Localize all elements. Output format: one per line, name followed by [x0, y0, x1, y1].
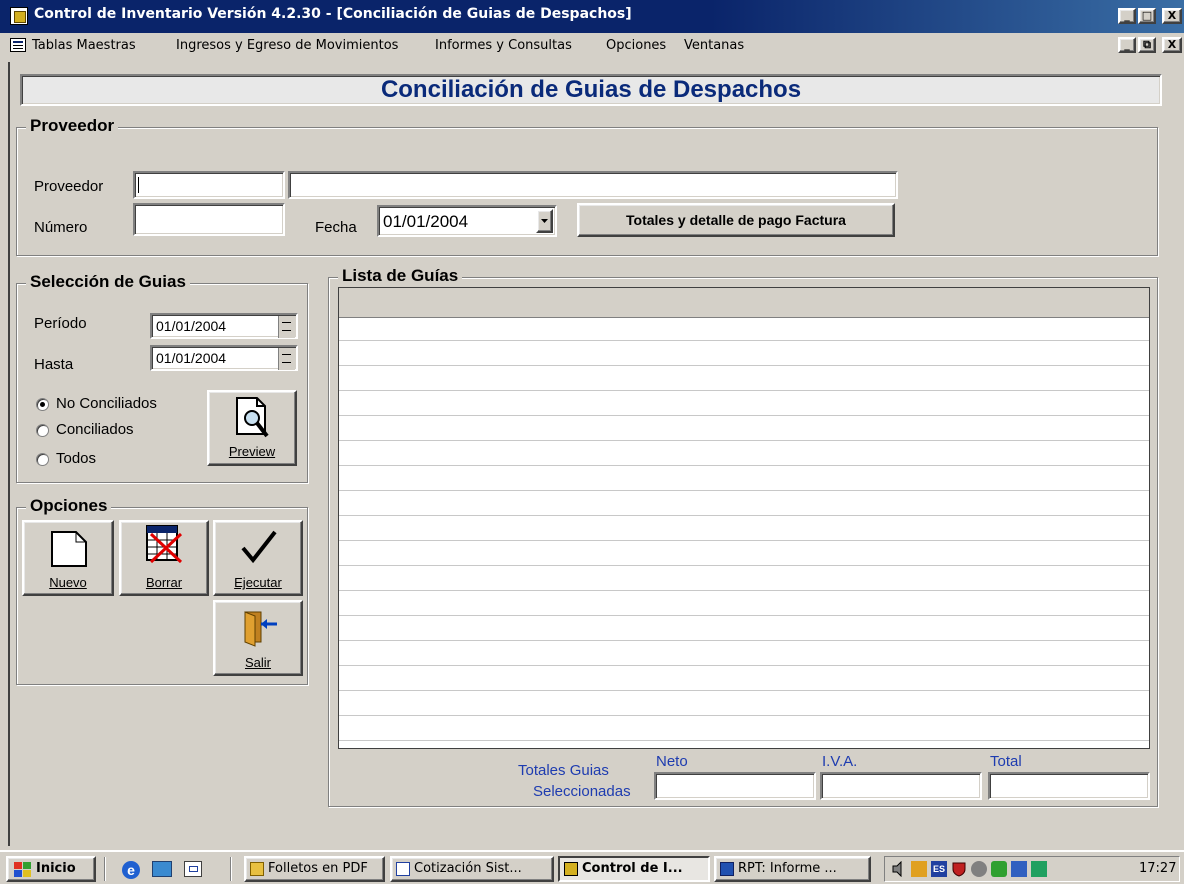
periodo-label: Período	[34, 315, 87, 332]
fecha-dropdown[interactable]: 01/01/2004	[377, 205, 557, 237]
guias-list-grid[interactable]	[338, 287, 1150, 749]
periodo-date-spinner[interactable]: 01/01/2004	[150, 313, 298, 339]
numero-input[interactable]	[133, 203, 285, 236]
language-es-icon[interactable]: ES	[931, 861, 947, 877]
delete-table-icon	[146, 525, 183, 564]
desktop-icon[interactable]	[152, 861, 172, 877]
salir-button[interactable]: Salir	[213, 600, 303, 676]
total-field	[988, 772, 1150, 800]
printer-icon[interactable]	[1011, 861, 1027, 877]
mdi-minimize-button[interactable]: _	[1118, 37, 1136, 53]
network-icon[interactable]	[971, 861, 987, 877]
hasta-label: Hasta	[34, 356, 74, 373]
taskbar-item-control-inventario[interactable]: Control de I...	[558, 856, 710, 882]
antivirus-shield-icon[interactable]	[951, 861, 967, 877]
borrar-button[interactable]: Borrar	[119, 520, 209, 596]
radio-conciliados[interactable]	[36, 424, 49, 437]
exit-door-icon	[244, 611, 277, 647]
lista-guias-group-title: Lista de Guías	[338, 266, 463, 286]
proveedor-code-input[interactable]	[133, 171, 285, 199]
fecha-label: Fecha	[315, 219, 357, 236]
totales-detalle-pago-button[interactable]: Totales y detalle de pago Factura	[577, 203, 895, 237]
word-document-icon	[396, 862, 410, 876]
mdi-close-button[interactable]: X	[1162, 37, 1182, 53]
mdi-restore-button[interactable]: ⧉	[1138, 37, 1156, 53]
nuevo-button[interactable]: Nuevo	[22, 520, 114, 596]
window-title: Control de Inventario Versión 4.2.30 - […	[34, 6, 632, 22]
ejecutar-button[interactable]: Ejecutar	[213, 520, 303, 596]
preview-button[interactable]: Preview	[207, 390, 297, 466]
totales-seleccionadas-label: Seleccionadas	[533, 783, 631, 800]
taskbar-item-cotizacion[interactable]: Cotización Sist...	[390, 856, 554, 882]
connection-icon[interactable]	[1031, 861, 1047, 877]
checkmark-icon	[241, 530, 277, 564]
quicklaunch-separator	[104, 857, 106, 881]
maximize-button[interactable]: □	[1138, 8, 1156, 24]
menu-opciones[interactable]: Opciones	[606, 38, 666, 53]
total-label: Total	[990, 753, 1022, 770]
title-bar[interactable]: Control de Inventario Versión 4.2.30 - […	[0, 0, 1184, 33]
xerox-icon[interactable]	[911, 861, 927, 877]
minimize-button[interactable]: _	[1118, 8, 1136, 24]
windows-logo-icon	[14, 862, 31, 877]
proveedor-name-input[interactable]	[288, 171, 898, 199]
ie-icon[interactable]: e	[122, 861, 140, 879]
sync-icon[interactable]	[991, 861, 1007, 877]
neto-label: Neto	[656, 753, 688, 770]
seleccion-guias-group-title: Selección de Guias	[26, 272, 190, 292]
start-button[interactable]: Inicio	[6, 856, 96, 882]
child-window-icon[interactable]	[10, 38, 26, 52]
mdi-frame-edge	[8, 62, 10, 846]
taskbar-item-folletos[interactable]: Folletos en PDF	[244, 856, 385, 882]
folder-icon	[250, 862, 264, 876]
taskbar: Inicio e Folletos en PDF Cotización Sist…	[0, 850, 1184, 884]
neto-field	[654, 772, 816, 800]
radio-no-conciliados[interactable]	[36, 398, 49, 411]
radio-no-conciliados-label[interactable]: No Conciliados	[56, 395, 157, 412]
app-icon	[564, 862, 578, 876]
new-document-icon	[51, 531, 87, 567]
page-title: Conciliación de Guias de Despachos	[380, 76, 802, 103]
menu-ingresos-egreso[interactable]: Ingresos y Egreso de Movimientos	[176, 38, 398, 53]
quicklaunch-separator	[230, 857, 232, 881]
radio-conciliados-label[interactable]: Conciliados	[56, 421, 134, 438]
grid-header	[339, 288, 1149, 318]
system-tray: ES 17:27	[884, 856, 1180, 882]
app-icon	[10, 7, 28, 25]
clock[interactable]: 17:27	[1139, 861, 1176, 876]
proveedor-group-title: Proveedor	[26, 116, 119, 136]
iva-label: I.V.A.	[822, 753, 858, 770]
spinner-icon[interactable]	[278, 348, 295, 370]
hasta-date-spinner[interactable]: 01/01/2004	[150, 345, 298, 371]
preview-icon	[236, 397, 269, 438]
numero-label: Número	[34, 219, 88, 236]
radio-todos[interactable]	[36, 453, 49, 466]
menu-informes-consultas[interactable]: Informes y Consultas	[435, 38, 572, 53]
iva-field	[820, 772, 982, 800]
totales-guias-label: Totales Guias	[518, 762, 609, 779]
page-title-banner: Conciliación de Guias de Despachos	[20, 74, 1162, 106]
chevron-down-icon[interactable]	[536, 209, 553, 233]
close-button[interactable]: X	[1162, 8, 1182, 24]
taskbar-item-rpt-informe[interactable]: RPT: Informe ...	[714, 856, 871, 882]
menu-ventanas[interactable]: Ventanas	[684, 38, 744, 53]
menu-tablas-maestras[interactable]: Tablas Maestras	[32, 38, 136, 53]
opciones-group-title: Opciones	[26, 496, 112, 516]
proveedor-label: Proveedor	[34, 178, 104, 195]
outlook-icon[interactable]	[184, 861, 202, 877]
volume-icon[interactable]	[891, 860, 907, 878]
report-icon	[720, 862, 734, 876]
menu-bar: Tablas Maestras Ingresos y Egreso de Mov…	[0, 33, 1184, 59]
radio-todos-label[interactable]: Todos	[56, 450, 96, 467]
spinner-icon[interactable]	[278, 316, 295, 338]
